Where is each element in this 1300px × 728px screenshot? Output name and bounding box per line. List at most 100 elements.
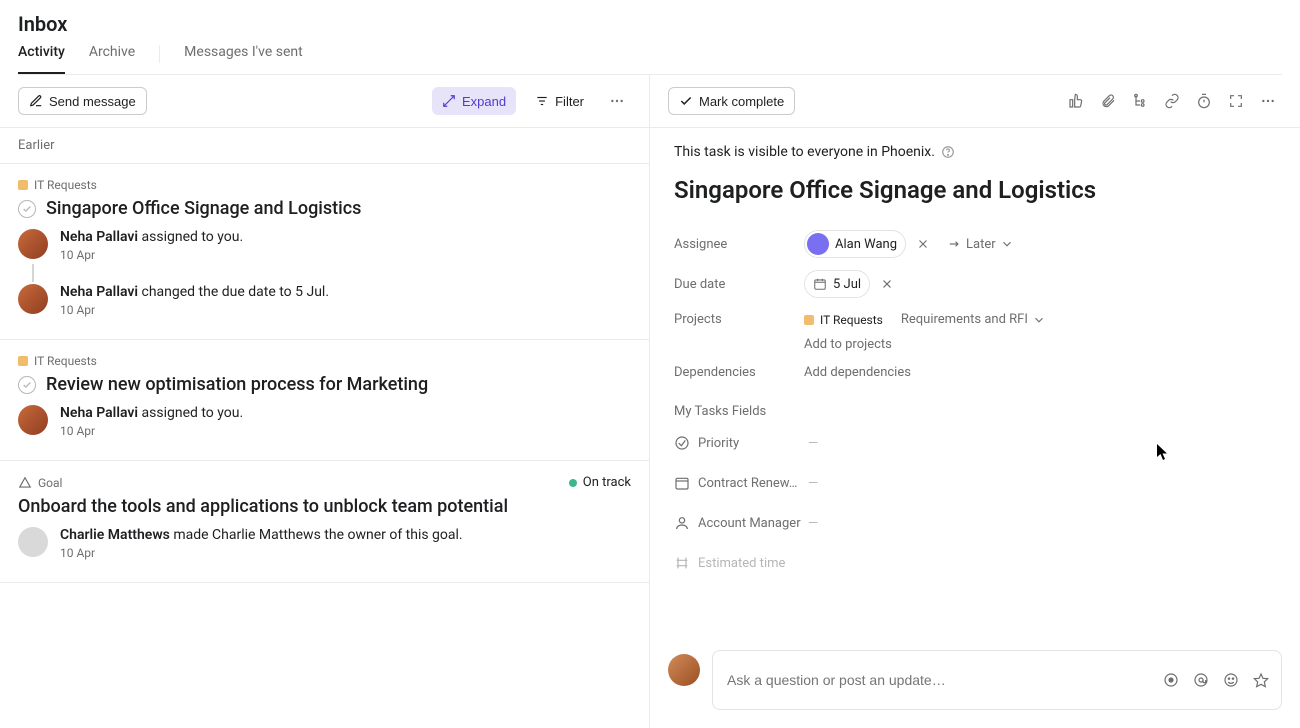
tab-archive[interactable]: Archive: [89, 44, 135, 74]
number-icon: [674, 555, 690, 571]
left-more-button[interactable]: [603, 87, 631, 115]
emoji-icon[interactable]: [1223, 672, 1239, 688]
assignee-name: Alan Wang: [835, 237, 897, 252]
avatar: [18, 229, 48, 259]
card-title: Singapore Office Signage and Logistics: [46, 198, 361, 219]
split-pane: Send message Expand Filter: [0, 75, 1300, 728]
tab-messages-sent[interactable]: Messages I've sent: [184, 44, 303, 74]
filter-button[interactable]: Filter: [524, 87, 595, 115]
priority-icon: [674, 435, 690, 451]
project-section-dropdown[interactable]: Requirements and RFI: [901, 312, 1046, 327]
clear-assignee-button[interactable]: [914, 235, 932, 253]
field-label: Due date: [674, 277, 804, 292]
goal-icon: [18, 476, 32, 490]
comment-composer-wrap: [650, 638, 1300, 728]
status-badge: On track: [569, 475, 631, 490]
right-pane: Mark complete: [650, 75, 1300, 728]
inbox-card[interactable]: IT Requests Singapore Office Signage and…: [0, 164, 649, 340]
avatar: [18, 284, 48, 314]
project-color-icon: [804, 315, 814, 325]
fullscreen-button[interactable]: [1222, 87, 1250, 115]
like-button[interactable]: [1062, 87, 1090, 115]
add-to-projects-button[interactable]: Add to projects: [804, 337, 1046, 352]
send-message-button[interactable]: Send message: [18, 87, 147, 115]
avatar: [18, 527, 48, 557]
field-priority[interactable]: Priority —: [674, 423, 1276, 463]
inbox-card[interactable]: Goal On track Onboard the tools and appl…: [0, 461, 649, 583]
app-root: Inbox Activity Archive Messages I've sen…: [0, 0, 1300, 728]
check-circle-icon[interactable]: [18, 376, 36, 394]
project-chip[interactable]: IT Requests: [18, 354, 97, 368]
goal-chip: Goal: [18, 476, 62, 490]
mark-complete-button[interactable]: Mark complete: [668, 87, 795, 115]
expand-button[interactable]: Expand: [432, 87, 516, 115]
compose-icon: [29, 94, 43, 108]
chevron-down-icon: [1000, 237, 1014, 251]
attach-button[interactable]: [1094, 87, 1122, 115]
paperclip-icon: [1100, 93, 1116, 109]
avatar: [807, 233, 829, 255]
copy-link-button[interactable]: [1158, 87, 1186, 115]
composer-icons: [1163, 672, 1269, 688]
event-action: assigned to you.: [138, 405, 243, 421]
activity-text: Charlie Matthews made Charlie Matthews t…: [60, 527, 463, 560]
later-label: Later: [966, 237, 996, 252]
later-icon: [948, 237, 962, 251]
event-who: Neha Pallavi: [60, 405, 138, 421]
filter-label: Filter: [555, 94, 584, 109]
check-circle-icon[interactable]: [18, 200, 36, 218]
calendar-icon: [813, 277, 827, 291]
goal-label: Goal: [38, 476, 62, 490]
comment-composer[interactable]: [712, 650, 1282, 710]
activity-row: Neha Pallavi changed the due date to 5 J…: [18, 284, 631, 317]
tab-bar: Activity Archive Messages I've sent: [18, 44, 1282, 75]
project-chip[interactable]: IT Requests: [18, 178, 97, 192]
activity-text: Neha Pallavi assigned to you. 10 Apr: [60, 405, 243, 438]
card-title: Review new optimisation process for Mark…: [46, 374, 428, 395]
tab-activity[interactable]: Activity: [18, 44, 65, 74]
chevron-down-icon: [1032, 313, 1046, 327]
add-dependencies-button[interactable]: Add dependencies: [804, 365, 911, 380]
star-icon[interactable]: [1253, 672, 1269, 688]
help-icon[interactable]: [941, 145, 955, 159]
field-account-manager[interactable]: Account Manager —: [674, 503, 1276, 543]
left-pane: Send message Expand Filter: [0, 75, 650, 728]
timer-button[interactable]: [1190, 87, 1218, 115]
mention-icon[interactable]: [1193, 672, 1209, 688]
task-title[interactable]: Singapore Office Signage and Logistics: [674, 176, 1276, 204]
expand-label: Expand: [462, 94, 506, 109]
due-date-chip[interactable]: 5 Jul: [804, 270, 870, 298]
project-name: IT Requests: [34, 354, 97, 368]
field-label: Priority: [698, 436, 808, 451]
left-toolbar-right: Expand Filter: [432, 87, 631, 115]
event-action: made Charlie Matthews the owner of this …: [170, 527, 463, 543]
record-icon[interactable]: [1163, 672, 1179, 688]
field-label: Contract Renew…: [698, 476, 808, 491]
field-contract-renew[interactable]: Contract Renew… —: [674, 463, 1276, 503]
app-header: Inbox Activity Archive Messages I've sen…: [0, 0, 1300, 75]
event-ts: 10 Apr: [60, 424, 243, 438]
avatar: [18, 405, 48, 435]
send-message-label: Send message: [49, 94, 136, 109]
activity-row: Neha Pallavi assigned to you. 10 Apr: [18, 405, 631, 438]
later-dropdown[interactable]: Later: [948, 237, 1014, 252]
subtask-button[interactable]: [1126, 87, 1154, 115]
field-label: Account Manager: [698, 516, 808, 531]
event-ts: 10 Apr: [60, 546, 463, 560]
field-label: Dependencies: [674, 365, 804, 380]
activity-text: Neha Pallavi assigned to you. 10 Apr: [60, 229, 243, 262]
divider: [159, 45, 160, 63]
event-action: changed the due date to 5 Jul.: [138, 284, 329, 300]
inbox-list[interactable]: Earlier IT Requests Singapore Office Sig: [0, 128, 649, 728]
project-chip[interactable]: IT Requests: [804, 313, 883, 327]
stopwatch-icon: [1196, 93, 1212, 109]
clear-due-button[interactable]: [878, 275, 896, 293]
field-label: Projects: [674, 312, 804, 327]
inbox-card[interactable]: IT Requests Review new optimisation proc…: [0, 340, 649, 461]
comment-input[interactable]: [725, 671, 1163, 689]
field-estimated-time[interactable]: Estimated time: [674, 543, 1276, 583]
right-more-button[interactable]: [1254, 87, 1282, 115]
avatar: [668, 654, 700, 686]
event-who: Charlie Matthews: [60, 527, 170, 543]
assignee-chip[interactable]: Alan Wang: [804, 230, 906, 258]
